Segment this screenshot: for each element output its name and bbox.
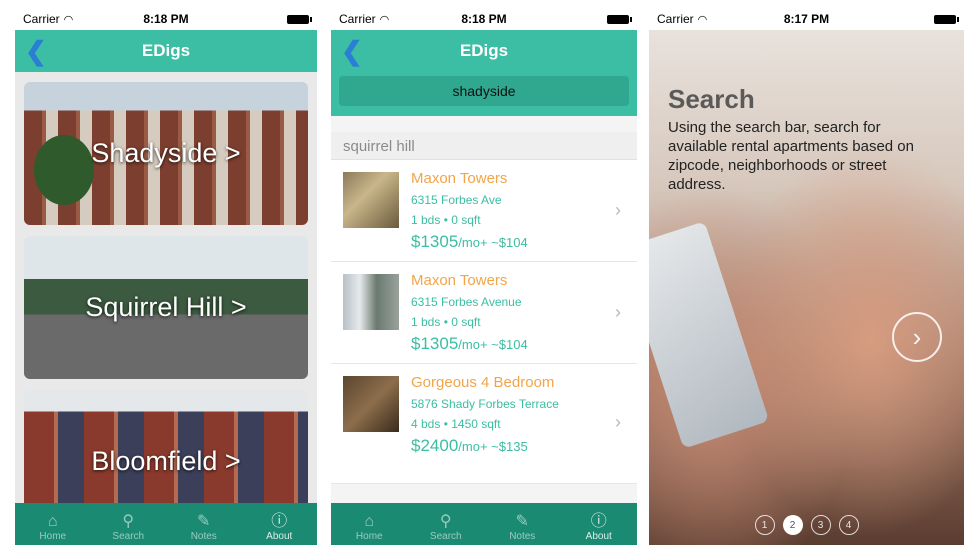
listing-photo	[343, 376, 399, 432]
listing-details: 1 bds • 0 sqft	[411, 315, 481, 329]
tab-notes[interactable]: ✎ Notes	[174, 513, 234, 542]
neighborhood-label: Bloomfield >	[91, 446, 241, 476]
pencil-icon: ✎	[515, 513, 529, 530]
pencil-icon: ✎	[197, 513, 211, 530]
listing-name: Gorgeous 4 Bedroom	[411, 374, 555, 391]
listing-photo	[343, 172, 399, 228]
listing-name: Maxon Towers	[411, 170, 508, 187]
listing-address: 6315 Forbes Ave	[411, 193, 502, 207]
page-indicator: 1 2 3 4	[649, 515, 964, 535]
battery-icon	[607, 14, 632, 24]
home-icon: ⌂	[364, 513, 375, 530]
chevron-right-icon: ›	[615, 412, 621, 432]
section-header: squirrel hill	[331, 132, 637, 160]
tab-search[interactable]: ⚲ Search	[98, 513, 158, 542]
tutorial-title: Search	[668, 84, 755, 114]
page-dot[interactable]: 1	[754, 515, 775, 535]
tab-home[interactable]: ⌂ Home	[23, 513, 83, 542]
neighborhood-card-squirrel-hill[interactable]: Squirrel Hill >	[24, 236, 308, 379]
listing-address: 5876 Shady Forbes Terrace	[411, 397, 559, 411]
listing-details: 1 bds • 0 sqft	[411, 213, 481, 227]
chevron-right-icon: ›	[615, 200, 621, 220]
neighborhood-list: Shadyside > Squirrel Hill > Bloomfield >	[15, 72, 317, 533]
status-bar: Carrier ◠ 8:18 PM	[331, 8, 637, 30]
listing-price: $1305/mo+ ~$104	[411, 334, 528, 353]
tab-search[interactable]: ⚲ Search	[416, 513, 476, 542]
listing-photo	[343, 274, 399, 330]
neighborhood-label: Squirrel Hill >	[85, 292, 247, 322]
tree-image	[34, 135, 94, 205]
back-icon[interactable]: ❮	[25, 36, 47, 67]
nav-title: EDigs	[141, 41, 191, 60]
wifi-icon: ◠	[697, 13, 708, 26]
nav-bar: ❮ EDigs	[331, 30, 637, 72]
page-dot[interactable]: 3	[810, 515, 831, 535]
nav-bar: ❮ EDigs	[15, 30, 317, 72]
tutorial-description: Using the search bar, search for availab…	[668, 119, 914, 193]
page-dot-active[interactable]: 2	[782, 515, 803, 535]
tab-about[interactable]: ⓘ About	[249, 513, 309, 542]
neighborhood-card-shadyside[interactable]: Shadyside >	[24, 82, 308, 225]
neighborhood-label: Shadyside >	[91, 138, 241, 168]
tab-notes[interactable]: ✎ Notes	[492, 513, 552, 542]
page-dot[interactable]: 4	[838, 515, 859, 535]
carrier-label: Carrier	[339, 12, 376, 26]
phone-in-hand-image	[649, 221, 770, 449]
back-icon[interactable]: ❮	[341, 36, 363, 67]
status-bar: Carrier ◠ 8:18 PM	[15, 8, 317, 30]
listing-address: 6315 Forbes Avenue	[411, 295, 522, 309]
tab-home[interactable]: ⌂ Home	[339, 513, 399, 542]
listing-price: $1305/mo+ ~$104	[411, 232, 528, 251]
status-bar: Carrier ◠ 8:17 PM	[649, 8, 964, 30]
wifi-icon: ◠	[379, 13, 390, 26]
battery-icon	[934, 14, 959, 24]
search-icon: ⚲	[122, 513, 135, 530]
wifi-icon: ◠	[63, 13, 74, 26]
listing-item[interactable]: Maxon Towers 6315 Forbes Avenue 1 bds • …	[331, 262, 637, 364]
home-icon: ⌂	[47, 513, 58, 530]
search-bar	[331, 72, 637, 116]
info-icon: ⓘ	[271, 513, 288, 530]
nav-title: EDigs	[459, 41, 509, 60]
battery-icon	[287, 14, 312, 24]
search-icon: ⚲	[439, 513, 452, 530]
screen-listings: Carrier◠ 8:18 PM ❮ EDigs squirrel hill M…	[331, 8, 637, 545]
listing-name: Maxon Towers	[411, 272, 508, 289]
tab-bar: ⌂ Home ⚲ Search ✎ Notes ⓘ About	[331, 503, 637, 545]
chevron-right-icon: ›	[615, 302, 621, 322]
listing-price: $2400/mo+ ~$135	[411, 436, 528, 455]
tab-bar: ⌂ Home ⚲ Search ✎ Notes ⓘ About	[15, 503, 317, 545]
next-button[interactable]: ›	[892, 312, 942, 362]
search-input[interactable]	[339, 76, 629, 106]
carrier-label: Carrier	[23, 12, 60, 26]
chevron-right-icon: ›	[912, 321, 922, 352]
listing-item[interactable]: Gorgeous 4 Bedroom 5876 Shady Forbes Ter…	[331, 364, 637, 484]
screen-neighborhoods: Carrier ◠ 8:18 PM ❮ EDigs Shadyside > Squ…	[15, 8, 317, 545]
listing-item[interactable]: Maxon Towers 6315 Forbes Ave 1 bds • 0 s…	[331, 160, 637, 262]
carrier-label: Carrier	[657, 12, 694, 26]
tab-about[interactable]: ⓘ About	[569, 513, 629, 542]
listing-details: 4 bds • 1450 sqft	[411, 417, 501, 431]
info-icon: ⓘ	[590, 513, 607, 530]
screen-tutorial: Carrier ◠ 8:17 PM Search Using the search…	[649, 8, 964, 545]
